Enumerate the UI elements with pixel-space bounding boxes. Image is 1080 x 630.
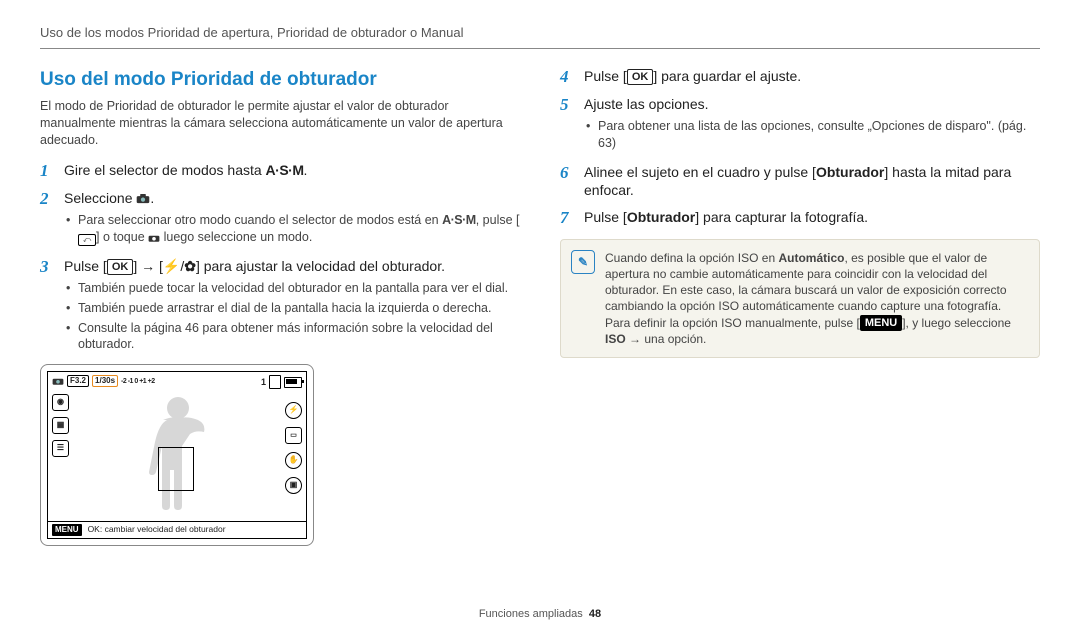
section-title: Uso del modo Prioridad de obturador (40, 67, 520, 93)
intro-text: El modo de Prioridad de obturador le per… (40, 98, 520, 149)
overlay-icon: ☰ (52, 440, 69, 457)
timer-icon: ✿ (184, 258, 196, 274)
page-number: 48 (589, 608, 601, 620)
overlay-icon: ◉ (52, 394, 69, 411)
right-column: 4 Pulse [OK] para guardar el ajuste. 5 A… (560, 67, 1040, 547)
ev-scale: -2 -1 0 +1 +2 (121, 377, 155, 386)
step-2: 2 Seleccione . Para seleccionar otro mod… (40, 189, 520, 249)
page-header: Uso de los modos Prioridad de apertura, … (40, 24, 1040, 42)
step-7: 7 Pulse [Obturador] para capturar la fot… (560, 208, 1040, 228)
shutter-label: Obturador (627, 209, 695, 225)
drive-icon: ▣ (285, 477, 302, 494)
step-1: 1 Gire el selector de modos hasta A·S·M. (40, 161, 520, 181)
step-5-sub: Para obtener una lista de las opciones, … (584, 118, 1040, 152)
focus-frame (158, 447, 194, 491)
battery-icon (284, 377, 302, 388)
step-number: 6 (560, 163, 574, 201)
step-number: 5 (560, 95, 574, 155)
mode-indicator-icon (52, 376, 64, 386)
page-footer: Funciones ampliadas 48 (0, 607, 1080, 622)
step-3-sub: También puede tocar la velocidad del obt… (64, 280, 520, 297)
ok-icon: OK (107, 259, 134, 275)
menu-button-icon: MENU (52, 524, 82, 537)
aperture-value: F3.2 (67, 375, 89, 387)
step-text: Gire el selector de modos hasta (64, 162, 266, 178)
step-5: 5 Ajuste las opciones. Para obtener una … (560, 95, 1040, 155)
flash-icon: ⚡ (163, 258, 180, 274)
step-number: 1 (40, 161, 54, 181)
step-number: 7 (560, 208, 574, 228)
step-2-sub: Para seleccionar otro modo cuando el sel… (64, 212, 520, 246)
flash-mode-icon: ⚡ (285, 402, 302, 419)
left-column: Uso del modo Prioridad de obturador El m… (40, 67, 520, 547)
step-number: 3 (40, 257, 54, 356)
step-number: 2 (40, 189, 54, 249)
touch-mode-icon (148, 230, 160, 240)
step-text: Seleccione (64, 190, 136, 206)
step-3-sub: También puede arrastrar el dial de la pa… (64, 300, 520, 317)
step-6: 6 Alinee el sujeto en el cuadro y pulse … (560, 163, 1040, 201)
overlay-icon: ▦ (52, 417, 69, 434)
menu-icon: MENU (860, 315, 902, 331)
hand-icon: ✋ (285, 452, 302, 469)
note-text: Cuando defina la opción ISO en Automátic… (605, 250, 1029, 347)
ok-icon: OK (627, 69, 654, 85)
back-icon: ⤺ (78, 234, 96, 246)
shutter-label: Obturador (816, 164, 884, 180)
asm-icon: A·S·M (266, 162, 304, 178)
note-box: ✎ Cuando defina la opción ISO en Automát… (560, 239, 1040, 358)
mode-icon (136, 190, 150, 200)
step-number: 4 (560, 67, 574, 87)
size-icon: ▭ (285, 427, 302, 444)
menu-hint: OK: cambiar velocidad del obturador (88, 524, 226, 535)
step-3: 3 Pulse [OK] → [⚡/✿] para ajustar la vel… (40, 257, 520, 356)
note-icon: ✎ (571, 250, 595, 274)
step-text: Ajuste las opciones. (584, 96, 709, 112)
step-3-sub: Consulte la página 46 para obtener más i… (64, 320, 520, 354)
lcd-preview: F3.2 1/30s -2 -1 0 +1 +2 1 ◉ ▦ ☰ (40, 364, 314, 546)
step-4: 4 Pulse [OK] para guardar el ajuste. (560, 67, 1040, 87)
divider (40, 48, 1040, 49)
shots-remaining: 1 (261, 376, 266, 388)
asm-icon: A·S·M (442, 213, 476, 227)
memory-icon (269, 375, 281, 389)
shutter-value: 1/30s (92, 375, 118, 387)
